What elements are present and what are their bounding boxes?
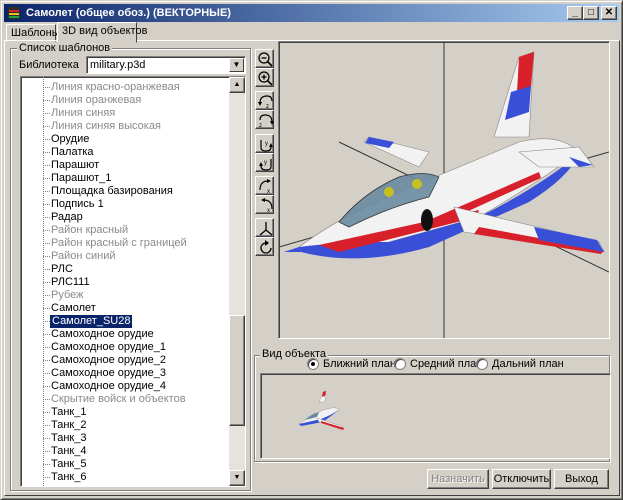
scroll-down-button[interactable]: ▼ <box>229 470 245 486</box>
preview-panel <box>260 373 611 459</box>
radio-far[interactable]: Дальний план <box>476 358 564 371</box>
tree-guide-line <box>43 243 50 244</box>
scroll-up-button[interactable]: ▲ <box>229 77 245 93</box>
tree-item[interactable]: Скрытие войск и объектов <box>51 393 186 406</box>
tree-guide-line <box>43 113 50 114</box>
aircraft-thumbnail <box>298 390 345 430</box>
window-title: Самолет (общее обоз.) (ВЕКТОРНЫЕ) <box>26 7 231 19</box>
close-button[interactable]: ✕ <box>601 6 617 20</box>
library-select-value: military.p3d <box>90 59 146 71</box>
tree-item[interactable]: Танк_1 <box>51 406 86 419</box>
tree-guide-line <box>43 165 50 166</box>
tree-item[interactable]: РЛС111 <box>51 276 90 289</box>
radio-near[interactable]: Ближний план <box>307 358 396 371</box>
tree-item[interactable]: Палатка <box>51 146 94 159</box>
tree-guide-line <box>43 321 50 322</box>
tab-3d-view[interactable]: 3D вид объектов <box>57 22 147 43</box>
tree-guide-line <box>43 100 50 101</box>
tree-guide-line <box>43 425 50 426</box>
tree-item[interactable]: Район синий <box>51 250 116 263</box>
tree-item[interactable]: Район красный <box>51 224 128 237</box>
radio-near-dot[interactable] <box>307 358 319 370</box>
radio-medium[interactable]: Средний план <box>394 358 482 371</box>
templates-group-title: Список шаблонов <box>17 42 113 54</box>
tree-item[interactable]: Орудие <box>51 133 89 146</box>
tree-item[interactable]: Площадка базирования <box>51 185 173 198</box>
tree-guide-line <box>43 87 50 88</box>
maximize-button[interactable]: □ <box>583 6 599 20</box>
tree-guide-line <box>43 217 50 218</box>
chevron-down-icon[interactable]: ▼ <box>229 58 244 72</box>
radio-far-dot[interactable] <box>476 358 488 370</box>
main-window: Самолет (общее обоз.) (ВЕКТОРНЫЕ) _ □ ✕ … <box>0 0 623 500</box>
tree-item[interactable]: Линия синяя <box>51 107 115 120</box>
tree-item[interactable]: Танк_4 <box>51 445 86 458</box>
tree-item[interactable]: Линия синяя высокая <box>51 120 161 133</box>
templates-tree[interactable]: Линия красно-оранжевая Линия оранжевая Лин… <box>20 76 246 487</box>
tree-item[interactable]: Самоходное орудие_2 <box>51 354 166 367</box>
library-select[interactable]: military.p3d ▼ <box>86 56 246 74</box>
tree-item[interactable]: Танк_2 <box>51 419 86 432</box>
tree-guide-line <box>43 438 50 439</box>
tree-item[interactable]: Самоходное орудие_1 <box>51 341 166 354</box>
tree-guide-line <box>43 477 50 478</box>
tree-item[interactable]: Радар <box>51 211 83 224</box>
tree-item[interactable]: Район красный с границей <box>51 237 187 250</box>
scroll-thumb[interactable] <box>229 315 245 426</box>
tree-guide-line <box>43 295 50 296</box>
minimize-button[interactable]: _ <box>567 6 583 20</box>
tree-item[interactable]: Самолет <box>51 302 96 315</box>
tree-scrollbar[interactable]: ▲ ▼ <box>229 77 245 486</box>
tree-item[interactable]: Парашют <box>51 159 99 172</box>
tree-guide-line <box>43 191 50 192</box>
tree-guide-line <box>43 204 50 205</box>
tree-guide-line <box>43 373 50 374</box>
tree-guide-line <box>43 256 50 257</box>
tree-guide-line <box>43 412 50 413</box>
tree-guide-line <box>43 282 50 283</box>
tree-item[interactable]: Рубеж <box>51 289 84 302</box>
aircraft-render <box>279 42 609 338</box>
tree-item[interactable]: Парашют_1 <box>51 172 111 185</box>
tree-item[interactable]: Самолет_SU28 <box>48 314 134 329</box>
tree-item[interactable]: Танк_3 <box>51 432 86 445</box>
tree-guide-line <box>43 152 50 153</box>
radio-medium-dot[interactable] <box>394 358 406 370</box>
tree-item[interactable]: Линия оранжевая <box>51 94 141 107</box>
radio-far-label: Дальний план <box>492 358 564 370</box>
tree-item[interactable]: Линия красно-оранжевая <box>51 81 180 94</box>
3d-viewport[interactable] <box>278 41 610 339</box>
tree-item[interactable]: Самоходное орудие_3 <box>51 367 166 380</box>
tree-guide-line <box>43 334 50 335</box>
tree-item[interactable]: Подпись 1 <box>51 198 104 211</box>
tree-item[interactable]: Самоходное орудие_4 <box>51 380 166 393</box>
tree-item[interactable]: Самоходное орудие <box>51 328 154 341</box>
radio-near-label: Ближний план <box>323 358 397 370</box>
tree-guide-line <box>43 451 50 452</box>
exit-button[interactable]: Выход <box>554 469 609 489</box>
app-icon <box>8 7 20 19</box>
tree-item[interactable]: РЛС <box>51 263 73 276</box>
tree-guide-line <box>43 386 50 387</box>
tree-guide-line <box>43 464 50 465</box>
library-label: Библиотека <box>19 59 79 71</box>
tree-guide-line <box>43 308 50 309</box>
radio-medium-label: Средний план <box>410 358 483 370</box>
tree-guide-line <box>43 230 50 231</box>
tree-guide-line <box>43 139 50 140</box>
tree-item[interactable]: Танк_5 <box>51 458 86 471</box>
assign-button[interactable]: Назначить <box>427 469 489 489</box>
tree-guide-line <box>43 360 50 361</box>
tree-guide-line <box>43 399 50 400</box>
tree-guide-line <box>43 126 50 127</box>
tree-guide-line <box>43 269 50 270</box>
tree-guide-line <box>43 178 50 179</box>
disable-button[interactable]: Отключить <box>492 469 551 489</box>
tree-item[interactable]: Танк_6 <box>51 471 86 484</box>
title-bar[interactable]: Самолет (общее обоз.) (ВЕКТОРНЫЕ) _ □ ✕ <box>4 4 619 22</box>
tree-guide-line <box>43 347 50 348</box>
